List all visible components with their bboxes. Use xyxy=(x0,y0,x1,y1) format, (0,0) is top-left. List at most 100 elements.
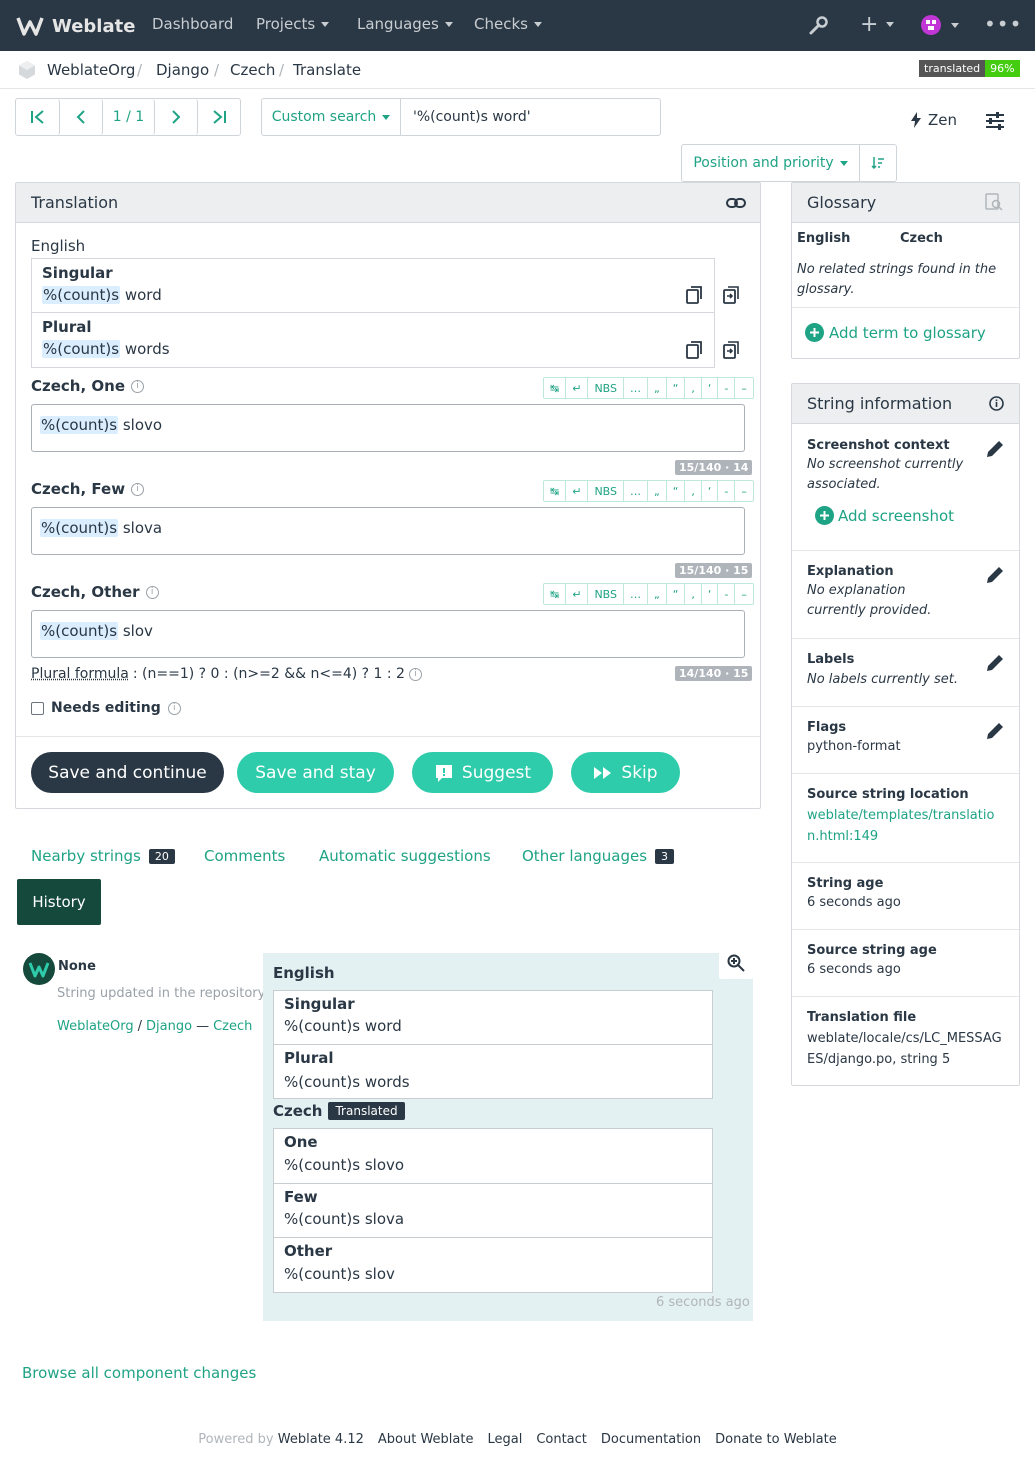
high-quote-char-button[interactable]: “ xyxy=(666,584,686,604)
newline-char-button[interactable]: ↵ xyxy=(566,481,589,501)
placeholder[interactable]: %(count)s xyxy=(42,286,121,304)
pencil-icon[interactable] xyxy=(985,439,1005,459)
skip-button[interactable]: Skip xyxy=(571,752,680,793)
low-single-quote-char-button[interactable]: , xyxy=(685,481,702,501)
copy-icon[interactable] xyxy=(686,341,703,359)
nav-dashboard[interactable]: Dashboard xyxy=(152,15,233,33)
previous-button[interactable] xyxy=(60,99,103,135)
ellipsis-char-button[interactable]: … xyxy=(624,378,649,398)
add-screenshot-button[interactable]: Add screenshot xyxy=(815,506,954,525)
translation-input-one[interactable]: %(count)s slovo xyxy=(31,404,745,452)
tab-nearby-strings[interactable]: Nearby strings 20 xyxy=(31,847,175,865)
history-language-link[interactable]: Czech xyxy=(213,1019,252,1034)
en-dash-char-button[interactable]: – xyxy=(735,378,753,398)
sort-dropdown[interactable]: Position and priority xyxy=(682,145,860,181)
link-icon[interactable] xyxy=(726,194,746,212)
en-dash-char-button[interactable]: – xyxy=(735,584,753,604)
breadcrumb-language[interactable]: Czech xyxy=(230,61,275,79)
breadcrumb-project[interactable]: WeblateOrg xyxy=(47,61,135,79)
sort-direction-button[interactable] xyxy=(860,145,896,181)
footer-contact-link[interactable]: Contact xyxy=(536,1432,587,1447)
search-glossary-icon[interactable] xyxy=(985,193,1003,211)
hyphen-char-button[interactable]: - xyxy=(718,584,736,604)
position-indicator[interactable]: 1 / 1 xyxy=(103,99,155,135)
nav-checks[interactable]: Checks xyxy=(474,15,542,33)
clone-to-translation-icon[interactable] xyxy=(723,286,740,304)
location-link[interactable]: weblate/templates/translation.html:149 xyxy=(807,805,1005,847)
high-quote-char-button[interactable]: “ xyxy=(666,481,686,501)
wrench-icon[interactable] xyxy=(808,15,829,36)
en-dash-char-button[interactable]: – xyxy=(735,481,753,501)
clone-to-translation-icon[interactable] xyxy=(723,341,740,359)
next-button[interactable] xyxy=(155,99,198,135)
info-circle-icon[interactable] xyxy=(989,396,1004,411)
info-icon[interactable]: i xyxy=(145,585,159,599)
low-quote-char-button[interactable]: „ xyxy=(648,584,667,604)
low-quote-char-button[interactable]: „ xyxy=(648,378,667,398)
ellipsis-char-button[interactable]: … xyxy=(624,584,649,604)
tab-automatic-suggestions[interactable]: Automatic suggestions xyxy=(319,847,491,865)
zoom-button[interactable] xyxy=(719,947,753,979)
newline-char-button[interactable]: ↵ xyxy=(566,584,589,604)
breadcrumb-translate[interactable]: Translate xyxy=(293,61,361,79)
save-stay-button[interactable]: Save and stay xyxy=(237,752,394,793)
high-single-quote-char-button[interactable]: ‘ xyxy=(701,378,719,398)
brand-link[interactable]: Weblate xyxy=(16,12,135,40)
first-button[interactable] xyxy=(16,99,60,135)
info-icon[interactable]: i xyxy=(408,667,422,681)
nav-projects[interactable]: Projects xyxy=(256,15,330,33)
history-component-link[interactable]: Django xyxy=(146,1019,192,1034)
add-term-button[interactable]: Add term to glossary xyxy=(805,323,986,342)
breadcrumb-component[interactable]: Django xyxy=(156,61,209,79)
pencil-icon[interactable] xyxy=(985,565,1005,585)
info-icon[interactable]: i xyxy=(131,379,145,393)
save-continue-button[interactable]: Save and continue xyxy=(31,752,224,793)
zen-button[interactable]: Zen xyxy=(910,111,957,129)
placeholder[interactable]: %(count)s xyxy=(40,416,119,434)
high-single-quote-char-button[interactable]: ‘ xyxy=(701,584,719,604)
search-input[interactable]: '%(count)s word' xyxy=(401,99,660,135)
nbsp-char-button[interactable]: NBS xyxy=(588,481,625,501)
history-project-link[interactable]: WeblateOrg xyxy=(57,1019,134,1034)
copy-icon[interactable] xyxy=(686,286,703,304)
nav-languages[interactable]: Languages xyxy=(357,15,453,33)
translation-input-few[interactable]: %(count)s slova xyxy=(31,507,745,555)
placeholder[interactable]: %(count)s xyxy=(42,340,121,358)
info-icon[interactable]: i xyxy=(167,701,181,715)
low-quote-char-button[interactable]: „ xyxy=(648,481,667,501)
tab-char-button[interactable]: ↹ xyxy=(544,584,567,604)
low-single-quote-char-button[interactable]: , xyxy=(685,378,702,398)
tab-char-button[interactable]: ↹ xyxy=(544,378,567,398)
tab-comments[interactable]: Comments xyxy=(204,847,285,865)
status-badge[interactable]: translated 96% xyxy=(919,60,1020,77)
browse-changes-link[interactable]: Browse all component changes xyxy=(22,1364,256,1382)
add-menu[interactable]: + xyxy=(860,12,895,37)
nbsp-char-button[interactable]: NBS xyxy=(588,584,625,604)
suggest-button[interactable]: Suggest xyxy=(412,752,553,793)
settings-sliders-icon[interactable] xyxy=(985,112,1005,130)
hyphen-char-button[interactable]: - xyxy=(718,378,736,398)
low-single-quote-char-button[interactable]: , xyxy=(685,584,702,604)
high-single-quote-char-button[interactable]: ‘ xyxy=(701,481,719,501)
placeholder[interactable]: %(count)s xyxy=(40,622,119,640)
footer-donate-link[interactable]: Donate to Weblate xyxy=(715,1432,837,1447)
nbsp-char-button[interactable]: NBS xyxy=(588,378,625,398)
last-button[interactable] xyxy=(198,99,240,135)
more-icon[interactable]: ••• xyxy=(984,12,1022,36)
tab-history[interactable]: History xyxy=(17,879,101,925)
pencil-icon[interactable] xyxy=(985,721,1005,741)
placeholder[interactable]: %(count)s xyxy=(40,519,119,537)
footer-legal-link[interactable]: Legal xyxy=(487,1432,522,1447)
newline-char-button[interactable]: ↵ xyxy=(566,378,589,398)
hyphen-char-button[interactable]: - xyxy=(718,481,736,501)
translation-input-other[interactable]: %(count)s slov xyxy=(31,610,745,658)
search-mode-dropdown[interactable]: Custom search xyxy=(262,99,401,135)
footer-documentation-link[interactable]: Documentation xyxy=(601,1432,701,1447)
high-quote-char-button[interactable]: “ xyxy=(666,378,686,398)
tab-other-languages[interactable]: Other languages 3 xyxy=(522,847,675,865)
footer-version-link[interactable]: Weblate 4.12 xyxy=(278,1432,364,1447)
pencil-icon[interactable] xyxy=(985,653,1005,673)
user-menu[interactable] xyxy=(921,15,959,35)
ellipsis-char-button[interactable]: … xyxy=(624,481,649,501)
needs-editing-checkbox[interactable] xyxy=(31,701,44,715)
